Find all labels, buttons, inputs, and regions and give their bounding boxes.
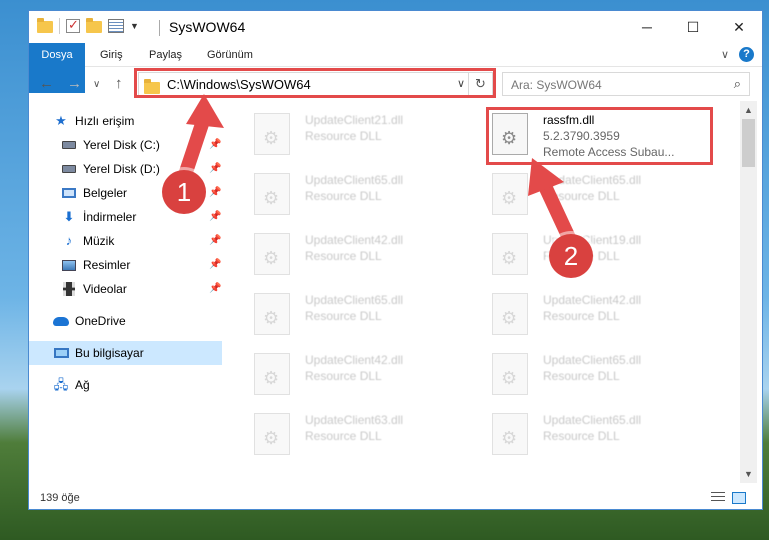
- step-badge-2: 2: [549, 234, 593, 278]
- annotation-arrows: [179, 94, 577, 247]
- arrow-shaft-1: [179, 111, 211, 179]
- arrow-shaft-2: [537, 177, 577, 247]
- step-badge-1: 1: [162, 170, 206, 214]
- arrow-head-1: [186, 94, 224, 128]
